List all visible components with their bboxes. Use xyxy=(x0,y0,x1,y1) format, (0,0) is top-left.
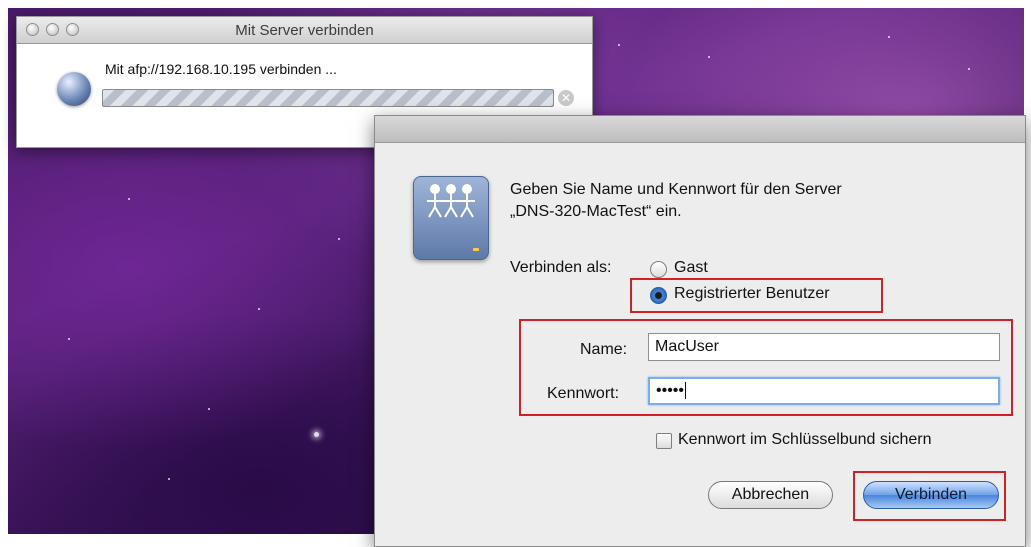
guest-option-label[interactable]: Gast xyxy=(674,259,708,277)
text-caret xyxy=(685,382,687,400)
save-in-keychain-checkbox[interactable] xyxy=(656,433,672,449)
dialog-title-bar xyxy=(375,116,1025,143)
window-title: Mit Server verbinden xyxy=(235,22,374,39)
star xyxy=(708,56,710,58)
save-in-keychain-label[interactable]: Kennwort im Schlüsselbund sichern xyxy=(678,431,931,449)
prompt-line-1: Geben Sie Name und Kennwort für den Serv… xyxy=(510,181,842,198)
progress-bar xyxy=(102,89,554,107)
globe-icon xyxy=(57,72,91,106)
password-field[interactable]: ••••• xyxy=(648,377,1000,405)
guest-radio[interactable] xyxy=(650,261,667,278)
status-led xyxy=(473,248,479,251)
star xyxy=(338,238,340,240)
title-bar: Mit Server verbinden xyxy=(17,17,592,44)
star xyxy=(168,478,170,480)
star xyxy=(258,308,260,310)
star xyxy=(968,68,970,70)
star xyxy=(208,408,210,410)
name-field[interactable]: MacUser xyxy=(648,333,1000,361)
people-icon xyxy=(427,184,475,218)
star xyxy=(888,36,890,38)
connect-button[interactable]: Verbinden xyxy=(863,481,999,509)
password-dots: ••••• xyxy=(656,382,685,399)
star xyxy=(128,198,130,200)
connection-status-text: Mit afp://192.168.10.195 verbinden ... xyxy=(105,61,337,77)
registered-user-radio[interactable] xyxy=(650,287,667,304)
authentication-dialog: Geben Sie Name und Kennwort für den Serv… xyxy=(374,115,1026,547)
cancel-button[interactable]: Abbrechen xyxy=(708,481,833,509)
connect-as-label: Verbinden als: xyxy=(510,259,612,276)
password-label: Kennwort: xyxy=(547,385,620,402)
stop-icon[interactable]: ✕ xyxy=(558,90,574,106)
server-share-icon xyxy=(413,176,489,260)
star xyxy=(68,338,70,340)
name-label: Name: xyxy=(580,341,628,358)
prompt-line-2: „DNS-320-MacTest“ ein. xyxy=(510,203,682,220)
dialog-prompt: Geben Sie Name und Kennwort für den Serv… xyxy=(510,179,980,223)
star xyxy=(314,432,319,437)
registered-user-option-label[interactable]: Registrierter Benutzer xyxy=(674,285,830,303)
star xyxy=(618,44,620,46)
